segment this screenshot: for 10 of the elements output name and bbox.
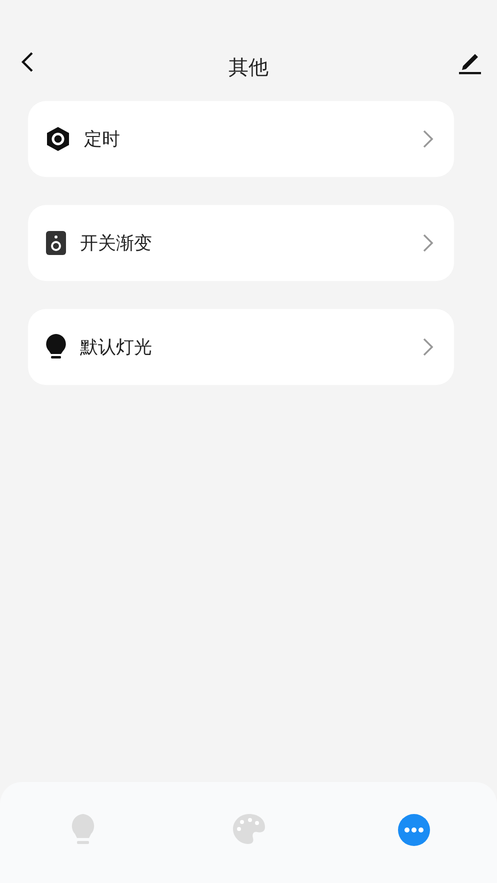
settings-item[interactable]: 默认灯光 xyxy=(28,309,454,385)
chevron-icon xyxy=(422,129,434,149)
settings-item[interactable]: 定时 xyxy=(28,101,454,177)
bulb-icon xyxy=(46,334,66,360)
settings-item[interactable]: 开关渐变 xyxy=(28,205,454,281)
chevron-icon xyxy=(422,233,434,253)
speaker-icon xyxy=(46,231,66,255)
page-title: 其他 xyxy=(228,54,268,80)
hexagon-icon xyxy=(46,126,70,152)
chevron-icon xyxy=(422,337,434,357)
